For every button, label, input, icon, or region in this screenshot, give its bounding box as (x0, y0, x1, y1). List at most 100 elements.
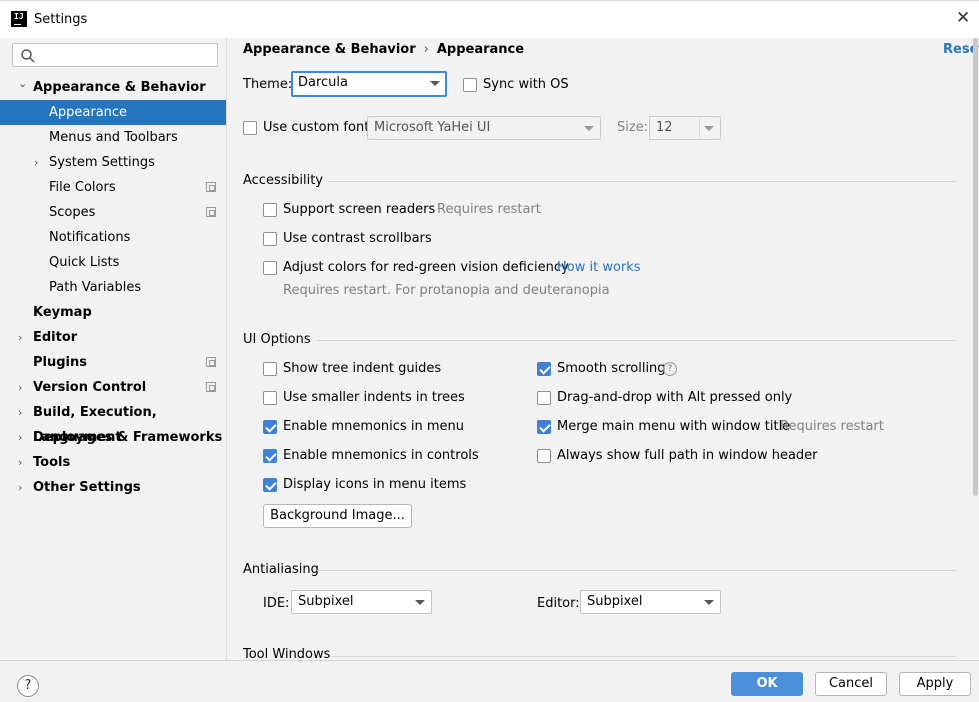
accessibility-section-title: Accessibility (243, 173, 323, 188)
breadcrumb-separator: › (423, 42, 429, 57)
ide-aa-value: Subpixel (298, 594, 354, 609)
ui-options-section-title: UI Options (243, 332, 311, 347)
chevron-right-icon[interactable]: › (18, 375, 30, 400)
chevron-right-icon[interactable]: › (34, 150, 46, 175)
option-checkbox[interactable] (537, 391, 551, 405)
red-green-checkbox[interactable] (263, 261, 277, 275)
option-checkbox[interactable] (263, 420, 277, 434)
chevron-right-icon[interactable]: › (18, 425, 30, 450)
scrollbar-thumb[interactable] (973, 38, 978, 496)
sidebar-item-appearance[interactable]: Appearance (0, 100, 226, 125)
sidebar-item-label: Appearance & Behavior (33, 80, 206, 95)
apply-button[interactable]: Apply (899, 672, 971, 696)
sidebar-item-label: Languages & Frameworks (33, 430, 223, 445)
font-value: Microsoft YaHei UI (374, 120, 491, 135)
chevron-down-icon[interactable]: ⌄ (18, 71, 30, 96)
option-checkbox[interactable] (263, 478, 277, 492)
option-label: Smooth scrolling (557, 361, 666, 376)
background-image-button[interactable]: Background Image... (263, 504, 412, 528)
chevron-down-icon (704, 600, 714, 605)
option-checkbox[interactable] (263, 391, 277, 405)
option-checkbox[interactable] (263, 449, 277, 463)
option-label: Display icons in menu items (283, 477, 467, 492)
option-label: Use smaller indents in trees (283, 390, 465, 405)
ide-aa-label: IDE: (263, 596, 290, 611)
breadcrumb-current: Appearance (436, 42, 525, 57)
chevron-right-icon[interactable]: › (18, 475, 30, 500)
sidebar-item-quick-lists[interactable]: Quick Lists (0, 250, 226, 275)
cancel-button[interactable]: Cancel (815, 672, 887, 696)
option-checkbox[interactable] (263, 362, 277, 376)
sidebar-item-label: System Settings (49, 155, 155, 170)
font-size-value: 12 (656, 120, 673, 135)
sidebar-item-version-control[interactable]: › Version Control (0, 375, 226, 400)
option-checkbox[interactable] (537, 420, 551, 434)
sidebar-item-plugins[interactable]: Plugins (0, 350, 226, 375)
theme-select[interactable]: Darcula (291, 71, 447, 97)
font-size-select[interactable]: 12 (649, 116, 721, 140)
section-divider (317, 340, 956, 341)
sidebar-item-file-colors[interactable]: File Colors (0, 175, 226, 200)
ide-aa-select[interactable]: Subpixel (291, 590, 432, 614)
sidebar-item-tools[interactable]: › Tools (0, 450, 226, 475)
editor-aa-value: Subpixel (587, 594, 643, 609)
sidebar-item-other-settings[interactable]: › Other Settings (0, 475, 226, 500)
sidebar-item-label: Menus and Toolbars (49, 130, 178, 145)
screen-readers-checkbox[interactable] (263, 203, 277, 217)
chevron-right-icon[interactable]: › (18, 325, 30, 350)
option-label: Drag-and-drop with Alt pressed only (557, 390, 793, 405)
help-icon[interactable]: ? (663, 362, 677, 376)
chevron-right-icon[interactable]: › (18, 450, 30, 475)
option-label: Enable mnemonics in controls (283, 448, 479, 463)
project-level-icon (206, 357, 216, 367)
option-checkbox[interactable] (537, 362, 551, 376)
editor-aa-select[interactable]: Subpixel (580, 590, 721, 614)
sidebar-item-notifications[interactable]: Notifications (0, 225, 226, 250)
search-icon (21, 49, 35, 63)
contrast-scrollbars-checkbox[interactable] (263, 232, 277, 246)
option-checkbox[interactable] (537, 449, 551, 463)
sidebar-item-build-execution-deployment[interactable]: › Build, Execution, Deployment (0, 400, 226, 445)
sync-os-label: Sync with OS (483, 77, 569, 92)
appearance-panel: Appearance & Behavior›Appearance Reset T… (227, 38, 979, 662)
sidebar-item-label: Tools (33, 455, 71, 470)
contrast-scrollbars-label: Use contrast scrollbars (283, 231, 432, 246)
sidebar-item-label: Other Settings (33, 480, 141, 495)
title-bar: IJ Settings ✕ (0, 0, 979, 38)
font-select[interactable]: Microsoft YaHei UI (367, 116, 601, 140)
sidebar-item-languages-frameworks[interactable]: › Languages & Frameworks (0, 425, 226, 450)
custom-font-checkbox[interactable] (243, 121, 257, 135)
option-label: Enable mnemonics in menu (283, 419, 464, 434)
sidebar-item-system-settings[interactable]: › System Settings (0, 150, 226, 175)
theme-value: Darcula (298, 75, 349, 90)
chevron-right-icon[interactable]: › (18, 400, 30, 425)
app-icon: IJ (11, 11, 27, 27)
ok-button[interactable]: OK (731, 672, 803, 696)
sidebar-item-label: Scopes (49, 205, 96, 220)
breadcrumb-parent[interactable]: Appearance & Behavior (243, 42, 416, 57)
sidebar-item-label: Plugins (33, 355, 87, 370)
help-button[interactable]: ? (17, 675, 39, 697)
custom-font-label: Use custom font: (263, 120, 374, 135)
how-it-works-link[interactable]: How it works (557, 260, 641, 275)
option-label: Always show full path in window header (557, 448, 818, 463)
sidebar-item-path-variables[interactable]: Path Variables (0, 275, 226, 300)
sidebar-item-editor[interactable]: › Editor (0, 325, 226, 350)
sidebar-item-label: Editor (33, 330, 78, 345)
sidebar-item-label: Notifications (49, 230, 131, 245)
dialog-footer: ? OK Cancel Apply (0, 660, 979, 702)
sidebar-item-keymap[interactable]: Keymap (0, 300, 226, 325)
sidebar-item-label: File Colors (49, 180, 116, 195)
red-green-note: Requires restart. For protanopia and deu… (283, 283, 610, 298)
sidebar-item-scopes[interactable]: Scopes (0, 200, 226, 225)
close-icon[interactable]: ✕ (956, 10, 970, 27)
vertical-scrollbar[interactable] (972, 38, 979, 660)
search-input[interactable] (12, 43, 218, 67)
sidebar-item-appearance-behavior[interactable]: ⌄ Appearance & Behavior (0, 75, 226, 100)
chevron-down-icon (584, 126, 594, 131)
sidebar-item-menus-and-toolbars[interactable]: Menus and Toolbars (0, 125, 226, 150)
option-label: Merge main menu with window title (557, 419, 791, 434)
sidebar-item-label: Quick Lists (49, 255, 120, 270)
option-label: Show tree indent guides (283, 361, 442, 376)
sync-os-checkbox[interactable] (463, 78, 477, 92)
